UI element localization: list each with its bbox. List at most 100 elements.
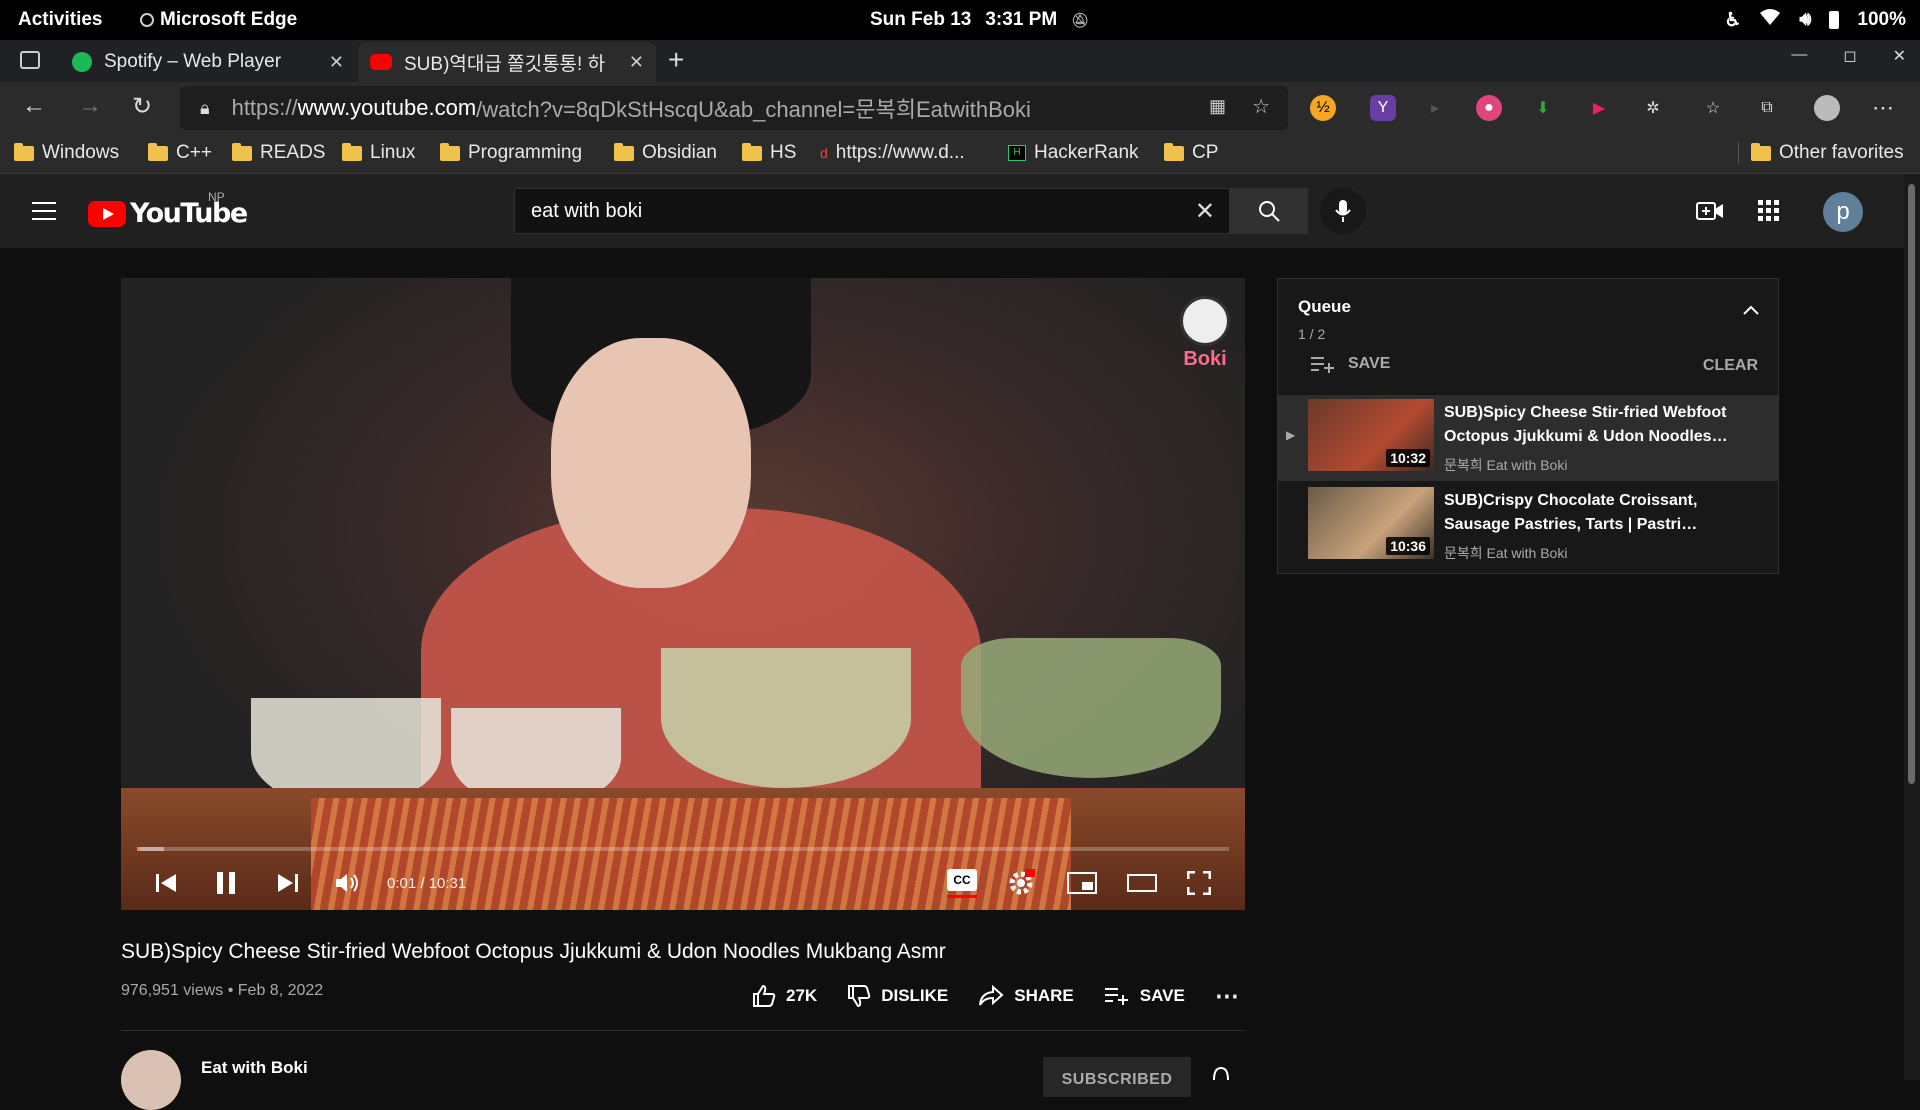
favorite-cp[interactable]: CP <box>1164 142 1218 164</box>
extensions-puzzle-icon[interactable]: ✲ <box>1640 95 1666 121</box>
favorite-link-d[interactable]: d https://www.d... <box>820 142 965 164</box>
previous-icon[interactable] <box>155 868 177 898</box>
extension-icon[interactable]: ▸ <box>1422 95 1448 121</box>
favorite-hs[interactable]: HS <box>742 142 796 164</box>
video-meta: 976,951 views • Feb 8, 2022 <box>121 982 324 999</box>
close-tab-icon[interactable]: ✕ <box>329 52 344 73</box>
window-controls: — ◻ ✕ <box>1791 46 1906 66</box>
miniplayer-icon[interactable] <box>1067 868 1097 898</box>
more-options-icon[interactable]: ⋯ <box>1870 95 1896 121</box>
extension-icon[interactable]: ▶ <box>1586 95 1612 121</box>
channel-name[interactable]: Eat with Boki <box>201 1058 308 1078</box>
save-button[interactable]: SAVE <box>1104 986 1185 1006</box>
folder-icon <box>1751 142 1771 161</box>
activities-button[interactable]: Activities <box>18 9 102 31</box>
tab-strip: Spotify – Web Player ✕ SUB)역대급 쫄깃통통! 하 ✕… <box>0 40 1920 82</box>
captions-icon[interactable]: CC <box>947 868 977 898</box>
video-player[interactable]: Boki 0:01 / 10:31 CC <box>121 278 1245 910</box>
tab-actions-icon[interactable] <box>20 51 40 69</box>
back-icon[interactable]: ← <box>22 92 46 120</box>
queue-clear-button[interactable]: CLEAR <box>1703 357 1758 375</box>
collections-icon[interactable]: ⧉ <box>1754 95 1780 121</box>
create-video-icon[interactable] <box>1696 200 1724 227</box>
apps-grid-icon[interactable] <box>1758 200 1780 227</box>
battery-icon <box>1829 11 1840 29</box>
url-field[interactable]: 🔒︎ https:// www.youtube.com /watch?v=8qD… <box>180 86 1288 130</box>
share-button[interactable]: SHARE <box>978 985 1074 1007</box>
favorite-label: Other favorites <box>1779 142 1904 163</box>
folder-icon <box>148 142 168 161</box>
site-icon: d <box>820 145 828 161</box>
minimize-icon[interactable]: — <box>1791 46 1807 66</box>
channel-watermark[interactable]: Boki <box>1177 296 1233 376</box>
collapse-chevron-icon[interactable] <box>1742 303 1760 321</box>
next-icon[interactable] <box>277 868 299 898</box>
search-input[interactable]: eat with boki ✕ <box>514 188 1230 234</box>
favorites-bar: Windows C++ READS Linux Programming Obsi… <box>0 134 1920 174</box>
favorite-windows[interactable]: Windows <box>14 142 119 164</box>
close-tab-icon[interactable]: ✕ <box>629 52 644 73</box>
favorite-cpp[interactable]: C++ <box>148 142 212 164</box>
favorite-hackerrank[interactable]: H HackerRank <box>1008 142 1139 164</box>
accessibility-icon[interactable]: ♿︎ <box>1724 9 1741 32</box>
forward-icon[interactable]: → <box>78 92 102 120</box>
region-code: NP <box>208 190 225 204</box>
video-frame-face <box>551 338 751 588</box>
subscribe-button[interactable]: SUBSCRIBED <box>1043 1057 1191 1097</box>
menu-icon[interactable] <box>32 202 56 220</box>
favorites-icon[interactable]: ☆ <box>1700 95 1726 121</box>
scrollbar-thumb[interactable] <box>1908 184 1915 784</box>
lock-icon[interactable]: 🔒︎ <box>200 98 210 119</box>
profile-icon[interactable] <box>1814 95 1840 121</box>
account-avatar[interactable]: p <box>1823 192 1863 232</box>
new-tab-button[interactable]: + <box>668 44 684 76</box>
fullscreen-icon[interactable] <box>1187 868 1211 898</box>
app-menu[interactable]: Microsoft Edge <box>140 9 297 31</box>
channel-avatar[interactable] <box>121 1050 181 1110</box>
volume-icon[interactable] <box>335 868 361 898</box>
more-actions-icon[interactable]: ⋯ <box>1215 982 1239 1011</box>
favorite-obsidian[interactable]: Obsidian <box>614 142 717 164</box>
favorite-label: HS <box>770 142 797 163</box>
progress-bar[interactable] <box>137 847 1229 851</box>
tab-spotify[interactable]: Spotify – Web Player ✕ <box>60 42 356 82</box>
other-favorites[interactable]: Other favorites <box>1738 142 1904 164</box>
notification-bell-icon[interactable] <box>1210 1066 1232 1085</box>
favorite-label: READS <box>260 142 326 163</box>
like-count: 27K <box>786 986 818 1005</box>
extension-icon[interactable]: ⬇ <box>1530 95 1556 121</box>
favorite-linux[interactable]: Linux <box>342 142 415 164</box>
clear-search-icon[interactable]: ✕ <box>1195 197 1215 226</box>
battery-percent: 100% <box>1857 9 1906 30</box>
favorite-programming[interactable]: Programming <box>440 142 582 164</box>
add-favorite-icon[interactable]: ☆ <box>1252 94 1270 119</box>
like-button[interactable]: 27K <box>752 984 817 1008</box>
page-scrollbar[interactable] <box>1904 174 1920 1080</box>
queue-item[interactable]: ▶ 10:32 SUB)Spicy Cheese Stir-fried Webf… <box>1278 395 1778 481</box>
youtube-logo[interactable]: YouTube NP <box>88 190 248 229</box>
search-value: eat with boki <box>531 199 643 222</box>
dislike-button[interactable]: DISLIKE <box>847 984 948 1008</box>
maximize-icon[interactable]: ◻ <box>1843 46 1856 66</box>
favorite-reads[interactable]: READS <box>232 142 325 164</box>
extension-icon[interactable]: ½ <box>1310 95 1336 121</box>
system-tray[interactable]: ♿︎ 🔊︎ 100% <box>1724 8 1906 32</box>
queue-item[interactable]: 10:36 SUB)Crispy Chocolate Croissant, Sa… <box>1278 483 1778 569</box>
tab-title: Spotify – Web Player <box>104 51 282 72</box>
app-available-icon[interactable]: ▦ <box>1209 96 1226 117</box>
favorite-label: https://www.d... <box>835 142 965 163</box>
queue-save-button[interactable]: SAVE <box>1310 355 1390 373</box>
search-button[interactable] <box>1230 188 1308 234</box>
close-window-icon[interactable]: ✕ <box>1893 46 1906 66</box>
youtube-play-icon <box>88 200 126 227</box>
youtube-wordmark: YouTube <box>130 198 248 229</box>
extension-icon[interactable]: Y <box>1370 95 1396 121</box>
refresh-icon[interactable]: ↻ <box>132 92 152 121</box>
clock[interactable]: Sun Feb 13 3:31 PM 🔕︎ <box>870 9 1089 31</box>
voice-search-button[interactable] <box>1320 188 1366 234</box>
settings-gear-icon[interactable] <box>1007 868 1035 898</box>
extension-icon[interactable]: ● <box>1476 95 1502 121</box>
pause-icon[interactable] <box>215 868 237 898</box>
theater-mode-icon[interactable] <box>1127 868 1157 898</box>
tab-youtube[interactable]: SUB)역대급 쫄깃통통! 하 ✕ <box>358 42 656 82</box>
